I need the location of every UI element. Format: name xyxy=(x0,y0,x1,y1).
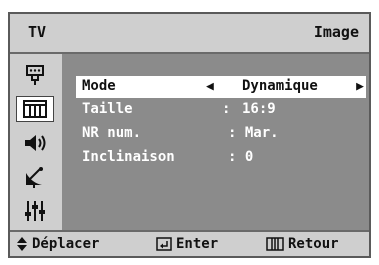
input-icon xyxy=(26,65,44,85)
menu-sidebar xyxy=(10,54,62,230)
mode-label: Mode xyxy=(82,78,116,94)
size-label: Taille xyxy=(82,101,133,117)
menu-row-size[interactable]: Taille : 16:9 xyxy=(76,99,366,121)
menu-content: Mode ◀ Dynamique ▶ Taille : 16:9 NR num.… xyxy=(62,54,369,230)
page-title: Image xyxy=(313,23,359,41)
setup-icon xyxy=(25,201,45,221)
footer-enter-label: Enter xyxy=(176,236,219,252)
source-label: TV xyxy=(28,23,47,41)
sidebar-item-picture[interactable] xyxy=(16,96,54,122)
menu-row-tilt[interactable]: Inclinaison : 0 xyxy=(76,147,366,169)
tv-osd-screen: TV Image Mode ◀ Dynamique ▶ Taille: 16:… xyxy=(8,12,371,258)
sidebar-item-input[interactable] xyxy=(16,62,54,88)
arrow-left-icon[interactable]: ◀ xyxy=(206,79,214,94)
picture-icon xyxy=(23,100,47,118)
sidebar-item-sound[interactable] xyxy=(16,130,54,156)
menu-return-icon xyxy=(266,237,284,251)
size-colon: : xyxy=(222,101,231,117)
sidebar-item-channel[interactable] xyxy=(16,164,54,190)
footer-enter: Enter xyxy=(156,236,218,252)
enter-icon xyxy=(156,237,172,251)
footer-bar: Déplacer Enter Retour xyxy=(10,230,369,256)
menu-row-mode[interactable]: Mode ◀ Dynamique ▶ xyxy=(76,76,366,98)
menu-row-digital-nr[interactable]: NR num. : Mar. xyxy=(76,123,366,145)
tilt-value: : 0 xyxy=(228,149,254,165)
footer-move-label: Déplacer xyxy=(32,236,100,252)
title-bar: TV Image xyxy=(10,14,369,54)
mode-value: Dynamique xyxy=(242,78,318,94)
footer-back-label: Retour xyxy=(288,236,339,252)
up-down-icon xyxy=(17,237,27,251)
arrow-right-icon[interactable]: ▶ xyxy=(356,79,364,94)
tilt-label: Inclinaison xyxy=(82,149,175,165)
footer-move: Déplacer xyxy=(16,236,99,252)
sidebar-item-setup[interactable] xyxy=(16,198,54,224)
footer-back: Retour xyxy=(266,236,339,252)
sound-icon xyxy=(25,135,46,151)
digital-nr-value: : Mar. xyxy=(228,125,279,141)
channel-icon xyxy=(26,167,43,188)
size-value: 16:9 xyxy=(242,101,276,117)
digital-nr-label: NR num. xyxy=(82,125,142,141)
